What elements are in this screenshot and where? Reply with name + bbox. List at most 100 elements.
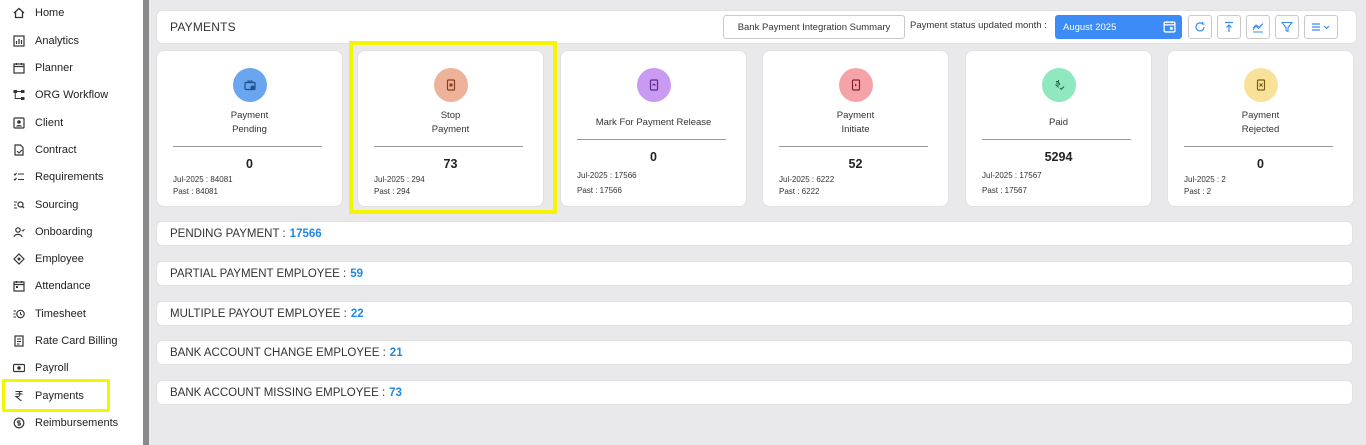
sidebar-item-timesheet[interactable]: Timesheet xyxy=(0,301,143,327)
card-icon-circle xyxy=(1042,68,1076,102)
summary-label: MULTIPLE PAYOUT EMPLOYEE : xyxy=(170,307,347,320)
card-title-line1: Paid xyxy=(1048,117,1068,128)
card-title-line2: Rejected xyxy=(1241,124,1280,135)
summary-value[interactable]: 73 xyxy=(389,387,402,399)
card-divider xyxy=(982,139,1131,140)
card-count: 0 xyxy=(246,157,253,171)
summary-row-partial-payment[interactable]: PARTIAL PAYMENT EMPLOYEE : 59 xyxy=(156,261,1353,286)
summary-value[interactable]: 17566 xyxy=(290,228,322,240)
summary-label: BANK ACCOUNT MISSING EMPLOYEE : xyxy=(170,386,386,399)
summary-row-bank-account-change[interactable]: BANK ACCOUNT CHANGE EMPLOYEE : 21 xyxy=(156,340,1353,365)
card-meta-past: Past : 2 xyxy=(1184,187,1212,196)
sidebar-item-contract[interactable]: Contract xyxy=(0,137,143,163)
summary-value[interactable]: 22 xyxy=(351,308,364,320)
card-count: 52 xyxy=(848,157,863,171)
card-meta-current: Jul-2025 : 17566 xyxy=(577,171,637,180)
checklist-icon xyxy=(12,170,26,184)
sidebar-item-reimbursements[interactable]: Reimbursements xyxy=(0,410,143,436)
nav-highlight-box xyxy=(2,379,110,412)
month-picker[interactable]: August 2025 xyxy=(1055,15,1182,39)
workflow-icon xyxy=(12,88,26,102)
summary-row-multiple-payout[interactable]: MULTIPLE PAYOUT EMPLOYEE : 22 xyxy=(156,301,1353,326)
onboarding-icon xyxy=(12,225,26,239)
card-highlight-box xyxy=(349,41,557,214)
sidebar-item-label: ORG Workflow xyxy=(35,89,109,101)
sidebar-item-label: Attendance xyxy=(35,280,91,292)
sidebar-item-analytics[interactable]: Analytics xyxy=(0,28,143,54)
sidebar-item-employee[interactable]: Employee xyxy=(0,246,143,272)
sidebar-item-requirements[interactable]: Requirements xyxy=(0,164,143,190)
card-icon-circle xyxy=(839,68,873,102)
sidebar-item-planner[interactable]: Planner xyxy=(0,55,143,81)
document-rejected-icon xyxy=(1256,79,1266,91)
card-icon-circle xyxy=(1244,68,1278,102)
card-title-line1: Payment xyxy=(1241,110,1280,121)
summary-value[interactable]: 21 xyxy=(390,347,403,359)
card-count: 5294 xyxy=(1044,150,1073,164)
sidebar-item-label: Home xyxy=(35,7,65,19)
card-count: 0 xyxy=(650,150,657,164)
sidebar-item-label: Reimbursements xyxy=(35,417,119,429)
summary-row-bank-account-missing[interactable]: BANK ACCOUNT MISSING EMPLOYEE : 73 xyxy=(156,380,1353,405)
filter-button[interactable] xyxy=(1275,15,1299,39)
sidebar-item-client[interactable]: Client xyxy=(0,110,143,136)
summary-value[interactable]: 59 xyxy=(350,268,363,280)
reimburse-icon xyxy=(12,416,26,430)
view-options-dropdown[interactable] xyxy=(1304,15,1338,39)
document-release-icon xyxy=(649,79,659,91)
card-divider xyxy=(779,146,928,147)
card-mark-for-payment-release[interactable]: Mark For Payment Release 0 Jul-2025 : 17… xyxy=(560,50,747,207)
summary-label: PARTIAL PAYMENT EMPLOYEE : xyxy=(170,267,347,280)
sidebar-item-rate-card-billing[interactable]: Rate Card Billing xyxy=(0,328,143,354)
attendance-icon xyxy=(12,279,26,293)
upload-icon xyxy=(1225,21,1233,32)
sidebar-item-label: Payroll xyxy=(35,362,69,374)
sidebar-item-onboarding[interactable]: Onboarding xyxy=(0,219,143,245)
sidebar-item-attendance[interactable]: Attendance xyxy=(0,273,143,299)
contract-icon xyxy=(12,143,26,157)
refresh-button[interactable] xyxy=(1188,15,1212,39)
home-icon xyxy=(12,6,26,20)
card-icon-circle xyxy=(233,68,267,102)
card-payment-pending[interactable]: Payment Pending 0 Jul-2025 : 84081 Past … xyxy=(156,50,343,207)
page-title: PAYMENTS xyxy=(170,20,236,34)
card-meta-current: Jul-2025 : 17567 xyxy=(982,171,1042,180)
sidebar-item-label: Planner xyxy=(35,62,73,74)
sidebar-item-label: Contract xyxy=(35,144,77,156)
sidebar-item-label: Onboarding xyxy=(35,226,93,238)
sidebar-item-payroll[interactable]: Payroll xyxy=(0,355,143,381)
card-divider xyxy=(577,139,726,140)
summary-row-pending-payment[interactable]: PENDING PAYMENT : 17566 xyxy=(156,221,1353,246)
summary-label: PENDING PAYMENT : xyxy=(170,227,286,240)
card-title-line2: Pending xyxy=(232,124,267,135)
document-initiate-icon xyxy=(851,79,861,91)
sidebar-item-label: Analytics xyxy=(35,35,80,47)
card-icon-circle xyxy=(637,68,671,102)
employee-icon xyxy=(12,252,26,266)
sidebar-item-label: Timesheet xyxy=(35,308,86,320)
filter-icon xyxy=(1281,21,1293,33)
list-icon xyxy=(1312,23,1330,31)
sidebar-item-org-workflow[interactable]: ORG Workflow xyxy=(0,82,143,108)
card-paid[interactable]: Paid 5294 Jul-2025 : 17567 Past : 17567 xyxy=(965,50,1152,207)
card-divider xyxy=(173,146,322,147)
page-header: PAYMENTS Bank Payment Integration Summar… xyxy=(156,10,1357,44)
payroll-icon xyxy=(12,361,26,375)
calendar-icon xyxy=(12,61,26,75)
sidebar-item-home[interactable]: Home xyxy=(0,0,143,26)
card-count: 0 xyxy=(1257,157,1264,171)
chart-button[interactable] xyxy=(1246,15,1270,39)
card-meta-past: Past : 17567 xyxy=(982,186,1027,195)
summary-label: BANK ACCOUNT CHANGE EMPLOYEE : xyxy=(170,346,386,359)
calendar-icon xyxy=(1163,21,1176,33)
sidebar-item-sourcing[interactable]: Sourcing xyxy=(0,192,143,218)
sidebar-item-label: Client xyxy=(35,117,64,129)
bank-payment-integration-summary-button[interactable]: Bank Payment Integration Summary xyxy=(723,15,905,39)
upload-button[interactable] xyxy=(1217,15,1241,39)
sidebar-item-label: Rate Card Billing xyxy=(35,335,118,347)
card-title-line2: Initiate xyxy=(841,124,870,135)
card-payment-initiate[interactable]: Payment Initiate 52 Jul-2025 : 6222 Past… xyxy=(762,50,949,207)
sidebar-item-label: Requirements xyxy=(35,171,104,183)
card-divider xyxy=(1184,146,1333,147)
card-payment-rejected[interactable]: Payment Rejected 0 Jul-2025 : 2 Past : 2 xyxy=(1167,50,1354,207)
